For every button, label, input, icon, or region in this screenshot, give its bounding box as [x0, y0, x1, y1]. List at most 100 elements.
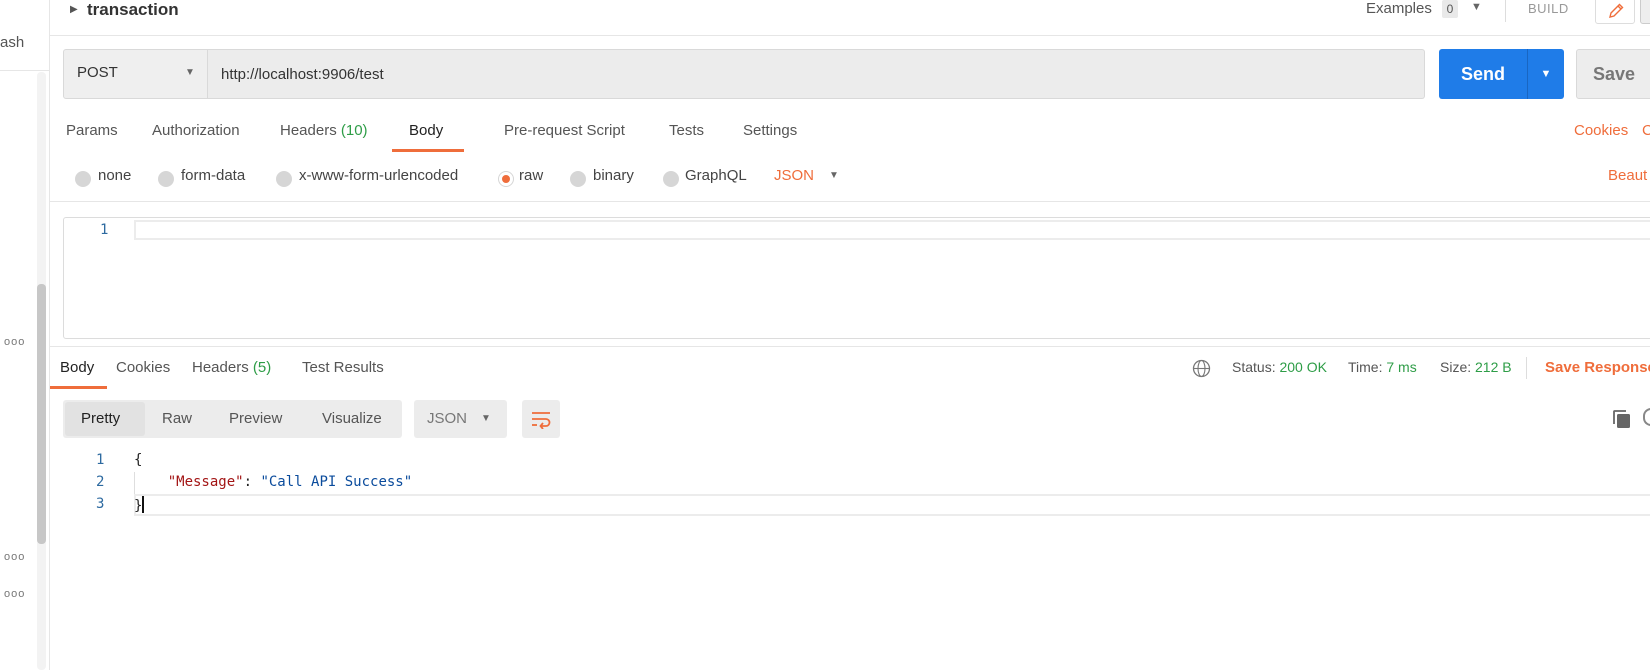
code-closing-brace: } — [134, 498, 143, 514]
time-label: Time: — [1348, 359, 1383, 375]
status-label: Status: — [1232, 359, 1276, 375]
save-button[interactable]: Save — [1576, 49, 1650, 99]
search-icon[interactable] — [1643, 408, 1650, 426]
status-value: 200 OK — [1279, 359, 1327, 375]
view-visualize-button[interactable]: Visualize — [322, 410, 382, 427]
request-header: ▶ transaction Examples 0 ▼ BUILD — [50, 0, 1650, 36]
active-line-highlight — [134, 494, 1650, 516]
radio-form-data-label[interactable]: form-data — [181, 167, 245, 184]
body-type-selector: none form-data x-www-form-urlencoded raw… — [50, 162, 1650, 202]
method-select[interactable]: POST ▼ — [63, 49, 208, 99]
save-response-button[interactable]: Save Response — [1545, 359, 1650, 376]
tab-params[interactable]: Params — [66, 122, 118, 139]
view-mode-group: Pretty Raw Preview Visualize — [63, 400, 402, 438]
radio-urlencoded-label[interactable]: x-www-form-urlencoded — [299, 167, 458, 184]
more-actions-icon[interactable]: ooo — [4, 551, 25, 563]
radio-urlencoded[interactable] — [276, 171, 292, 187]
response-body-viewer[interactable]: 1 { 2 "Message": "Call API Success" 3 } — [50, 450, 1650, 530]
line-number: 2 — [96, 474, 105, 490]
response-tab-headers[interactable]: Headers (5) — [192, 359, 271, 376]
time-indicator[interactable]: Time: 7 ms — [1348, 359, 1417, 375]
json-separator: : — [243, 474, 261, 490]
code-text: } — [134, 496, 145, 514]
code-link[interactable]: C — [1642, 122, 1650, 139]
response-tab-headers-label: Headers — [192, 359, 249, 376]
radio-raw[interactable] — [498, 171, 514, 187]
more-actions-icon[interactable]: ooo — [4, 336, 25, 348]
tab-prerequest-script[interactable]: Pre-request Script — [504, 122, 625, 139]
view-raw-button[interactable]: Raw — [162, 410, 192, 427]
radio-binary-label[interactable]: binary — [593, 167, 634, 184]
tab-headers-label: Headers — [280, 122, 337, 139]
active-line-highlight — [134, 220, 1650, 240]
sidebar-divider — [0, 70, 50, 71]
view-preview-button[interactable]: Preview — [229, 410, 282, 427]
radio-raw-label[interactable]: raw — [519, 167, 543, 184]
response-headers-count: (5) — [252, 359, 272, 376]
chevron-down-icon: ▼ — [481, 413, 491, 424]
size-label: Size: — [1440, 359, 1472, 375]
sidebar: ash ooo ooo ooo — [0, 0, 50, 670]
copy-icon[interactable] — [1612, 409, 1632, 429]
chevron-down-icon[interactable]: ▼ — [1471, 1, 1482, 13]
response-tab-body[interactable]: Body — [60, 359, 94, 376]
sidebar-scrollbar-thumb[interactable] — [37, 284, 46, 544]
text-cursor — [142, 496, 145, 513]
examples-dropdown[interactable]: Examples — [1366, 0, 1432, 17]
wrap-lines-icon — [532, 412, 551, 429]
response-toolbar: Pretty Raw Preview Visualize JSON ▼ — [50, 400, 1650, 440]
line-number: 1 — [96, 452, 105, 468]
size-value: 212 B — [1475, 359, 1512, 375]
time-value: 7 ms — [1386, 359, 1417, 375]
size-indicator[interactable]: Size: 212 B — [1440, 359, 1512, 375]
sidebar-partial-label: ash — [0, 34, 25, 51]
body-language-select[interactable]: JSON — [774, 167, 814, 184]
request-name[interactable]: transaction — [87, 0, 179, 20]
line-number: 1 — [100, 222, 109, 238]
tab-headers[interactable]: Headers (10) — [280, 122, 368, 139]
tab-settings[interactable]: Settings — [743, 122, 797, 139]
method-label: POST — [77, 64, 118, 81]
comments-button[interactable] — [1640, 0, 1650, 24]
code-text: "Message": "Call API Success" — [134, 474, 412, 490]
divider — [1526, 357, 1527, 379]
divider — [1505, 0, 1506, 22]
response-tab-cookies[interactable]: Cookies — [116, 359, 170, 376]
radio-graphql-label[interactable]: GraphQL — [685, 167, 747, 184]
headers-count: (10) — [340, 122, 368, 139]
edit-button[interactable] — [1595, 0, 1635, 24]
beautify-link[interactable]: Beaut — [1608, 167, 1647, 184]
request-tabs: Params Authorization Headers (10) Body P… — [50, 110, 1650, 152]
expand-caret-icon[interactable]: ▶ — [70, 4, 78, 15]
wrap-lines-button[interactable] — [522, 400, 560, 438]
response-format-select[interactable]: JSON ▼ — [414, 400, 507, 438]
more-actions-icon[interactable]: ooo — [4, 588, 25, 600]
cookies-link[interactable]: Cookies — [1574, 122, 1628, 139]
response-tabs: Body Cookies Headers (5) Test Results St… — [50, 347, 1650, 389]
radio-form-data[interactable] — [158, 171, 174, 187]
json-value: "Call API Success" — [260, 474, 413, 490]
radio-none[interactable] — [75, 171, 91, 187]
send-options-button[interactable]: ▼ — [1527, 49, 1564, 99]
code-line: 1 { — [50, 450, 1650, 472]
code-text: { — [134, 452, 143, 468]
status-indicator[interactable]: Status: 200 OK — [1232, 359, 1327, 375]
chevron-down-icon: ▼ — [185, 67, 195, 78]
radio-graphql[interactable] — [663, 171, 679, 187]
json-key: "Message" — [167, 474, 244, 490]
chevron-down-icon[interactable]: ▼ — [829, 170, 839, 181]
url-input[interactable] — [208, 49, 1425, 99]
build-mode-label[interactable]: BUILD — [1528, 1, 1569, 16]
radio-none-label[interactable]: none — [98, 167, 131, 184]
request-body-editor[interactable]: 1 — [63, 217, 1650, 339]
tab-body[interactable]: Body — [409, 122, 443, 139]
send-button[interactable]: Send — [1439, 49, 1527, 99]
globe-icon[interactable] — [1192, 359, 1211, 378]
view-pretty-button[interactable]: Pretty — [81, 410, 120, 427]
response-tab-test-results[interactable]: Test Results — [302, 359, 384, 376]
radio-binary[interactable] — [570, 171, 586, 187]
examples-count-badge: 0 — [1442, 0, 1458, 18]
tab-tests[interactable]: Tests — [669, 122, 704, 139]
tab-authorization[interactable]: Authorization — [152, 122, 240, 139]
